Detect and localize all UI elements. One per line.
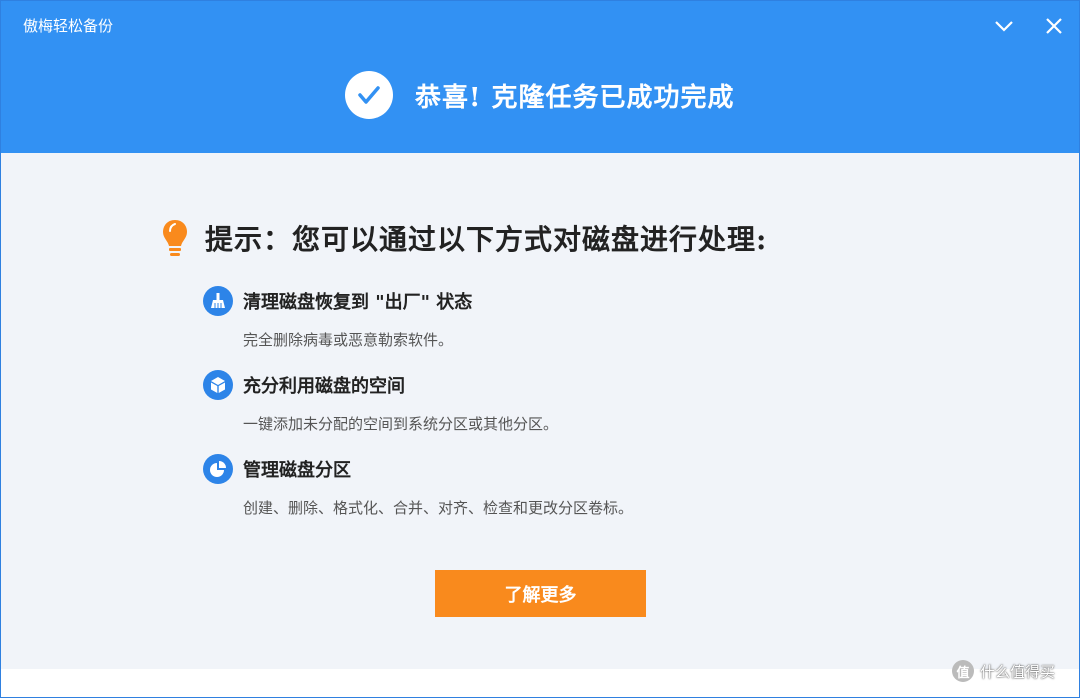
option-description: 创建、删除、格式化、合并、对齐、检查和更改分区卷标。 <box>243 499 634 517</box>
tip-heading: 提示：您可以通过以下方式对磁盘进行处理: <box>161 215 767 261</box>
option-description: 完全删除病毒或恶意勒索软件。 <box>243 331 454 349</box>
learn-more-button[interactable]: 了解更多 <box>435 570 646 617</box>
pie-chart-icon <box>203 454 233 484</box>
watermark-logo-icon: 值 <box>952 660 974 682</box>
watermark-text: 什么值得买 <box>980 662 1056 681</box>
lightbulb-icon <box>163 220 187 256</box>
dialog-window: 傲梅轻松备份 恭喜! 克隆任务已成功完成 提示：您可以通过以下方式对磁盘进行处理… <box>0 0 1080 698</box>
tip-text: 提示：您可以通过以下方式对磁盘进行处理: <box>205 223 768 256</box>
dialog-footer <box>1 669 1079 697</box>
minimize-button[interactable] <box>989 11 1019 41</box>
chevron-down-icon <box>995 21 1013 32</box>
window-title: 傲梅轻松备份 <box>23 17 114 35</box>
option-use-space: 充分利用磁盘的空间 一键添加未分配的空间到系统分区或其他分区。 <box>203 369 558 434</box>
header-bar: 傲梅轻松备份 恭喜! 克隆任务已成功完成 <box>1 1 1079 153</box>
box-icon <box>203 370 233 400</box>
option-clean-disk: 清理磁盘恢复到 "出厂" 状态 完全删除病毒或恶意勒索软件。 <box>203 285 472 350</box>
broom-icon <box>203 286 233 316</box>
watermark: 值 什么值得买 <box>952 660 1055 682</box>
success-banner: 恭喜! 克隆任务已成功完成 <box>345 69 734 121</box>
option-manage-partitions: 管理磁盘分区 创建、删除、格式化、合并、对齐、检查和更改分区卷标。 <box>203 453 633 518</box>
success-message: 恭喜! 克隆任务已成功完成 <box>415 82 735 113</box>
option-description: 一键添加未分配的空间到系统分区或其他分区。 <box>243 415 559 433</box>
option-title: 清理磁盘恢复到 "出厂" 状态 <box>243 292 473 313</box>
option-title: 管理磁盘分区 <box>243 460 351 481</box>
close-icon <box>1046 18 1062 34</box>
option-title: 充分利用磁盘的空间 <box>243 376 405 397</box>
close-button[interactable] <box>1039 11 1069 41</box>
check-circle-icon <box>345 71 393 119</box>
